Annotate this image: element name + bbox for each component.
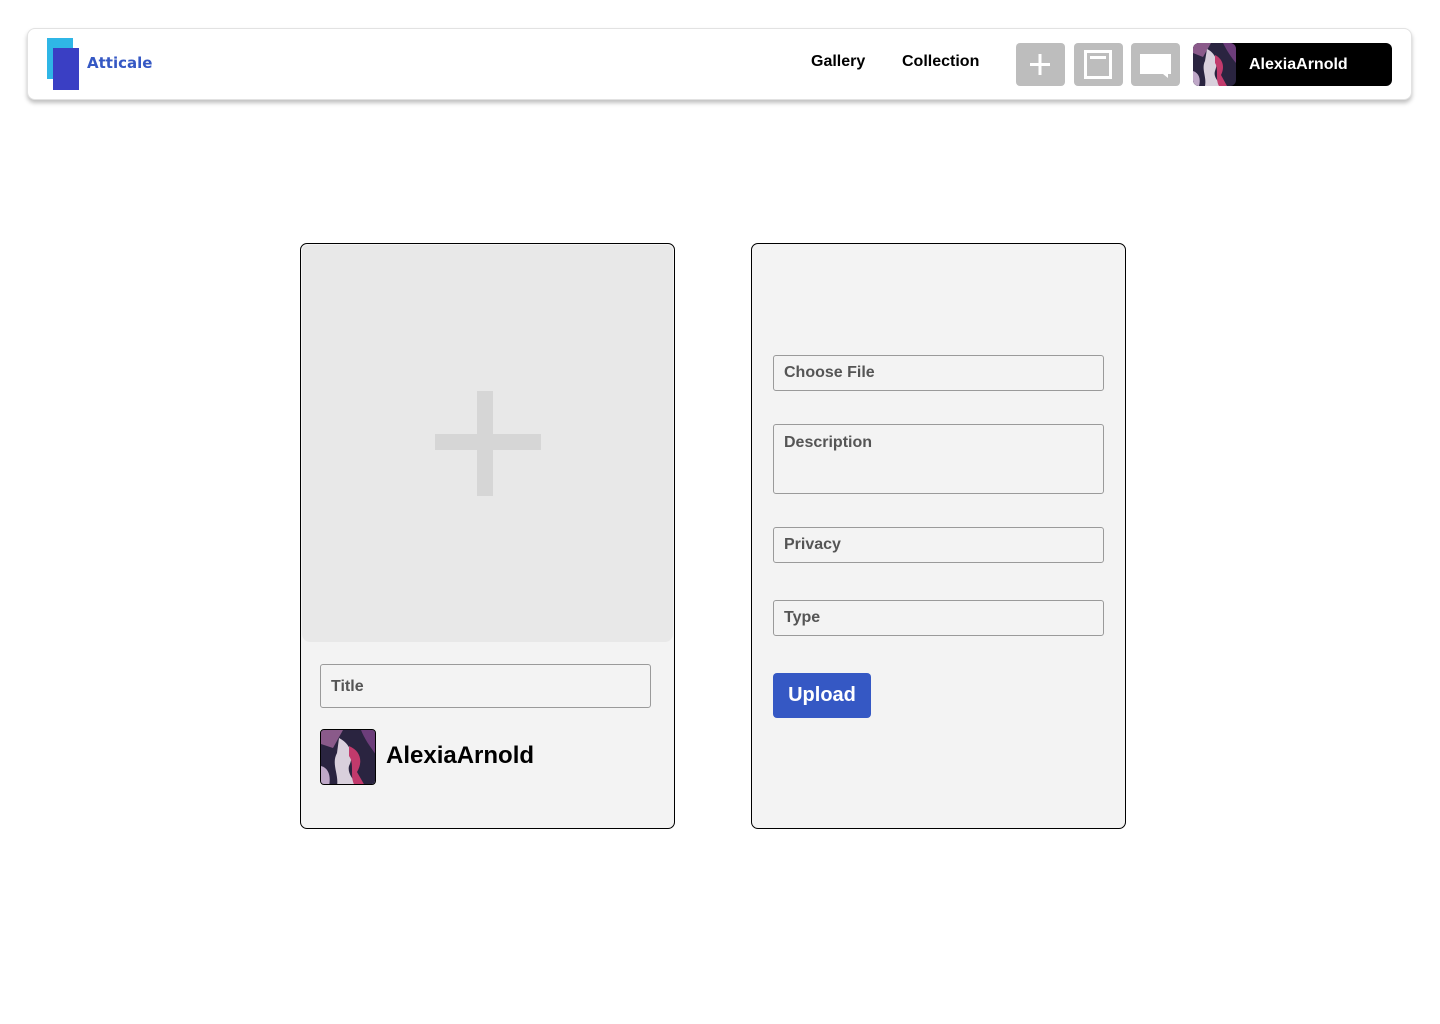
- app-logo[interactable]: Atticale: [47, 38, 167, 92]
- type-select[interactable]: Type: [773, 600, 1104, 636]
- upload-button[interactable]: Upload: [773, 673, 871, 718]
- description-textarea[interactable]: Description: [773, 424, 1104, 494]
- chat-button[interactable]: [1131, 43, 1180, 86]
- add-button[interactable]: [1016, 43, 1065, 86]
- app-name: Atticale: [87, 54, 153, 72]
- author-name: AlexiaArnold: [386, 742, 535, 769]
- document-icon: [1084, 50, 1112, 79]
- upload-form-card: Choose File Description Privacy Type Upl…: [751, 243, 1126, 829]
- nav-link-gallery[interactable]: Gallery: [811, 53, 865, 71]
- nav-link-collection[interactable]: Collection: [902, 53, 979, 71]
- choose-file-input[interactable]: Choose File: [773, 355, 1104, 391]
- plus-icon-bar: [435, 434, 541, 450]
- privacy-select[interactable]: Privacy: [773, 527, 1104, 563]
- nav-username: AlexiaArnold: [1249, 56, 1348, 73]
- plus-icon: [1030, 54, 1050, 75]
- document-button[interactable]: [1074, 43, 1123, 86]
- author-avatar: [320, 729, 376, 785]
- logo-mark-front: [53, 48, 79, 90]
- user-menu-button[interactable]: AlexiaArnold: [1193, 43, 1392, 86]
- image-upload-area[interactable]: [302, 245, 673, 642]
- title-input[interactable]: Title: [320, 664, 651, 708]
- avatar: [1193, 43, 1236, 86]
- preview-card: Title AlexiaArnold: [300, 243, 675, 829]
- top-navbar: Atticale Gallery Collection AlexiaArnold: [27, 28, 1412, 100]
- chat-icon: [1140, 54, 1171, 78]
